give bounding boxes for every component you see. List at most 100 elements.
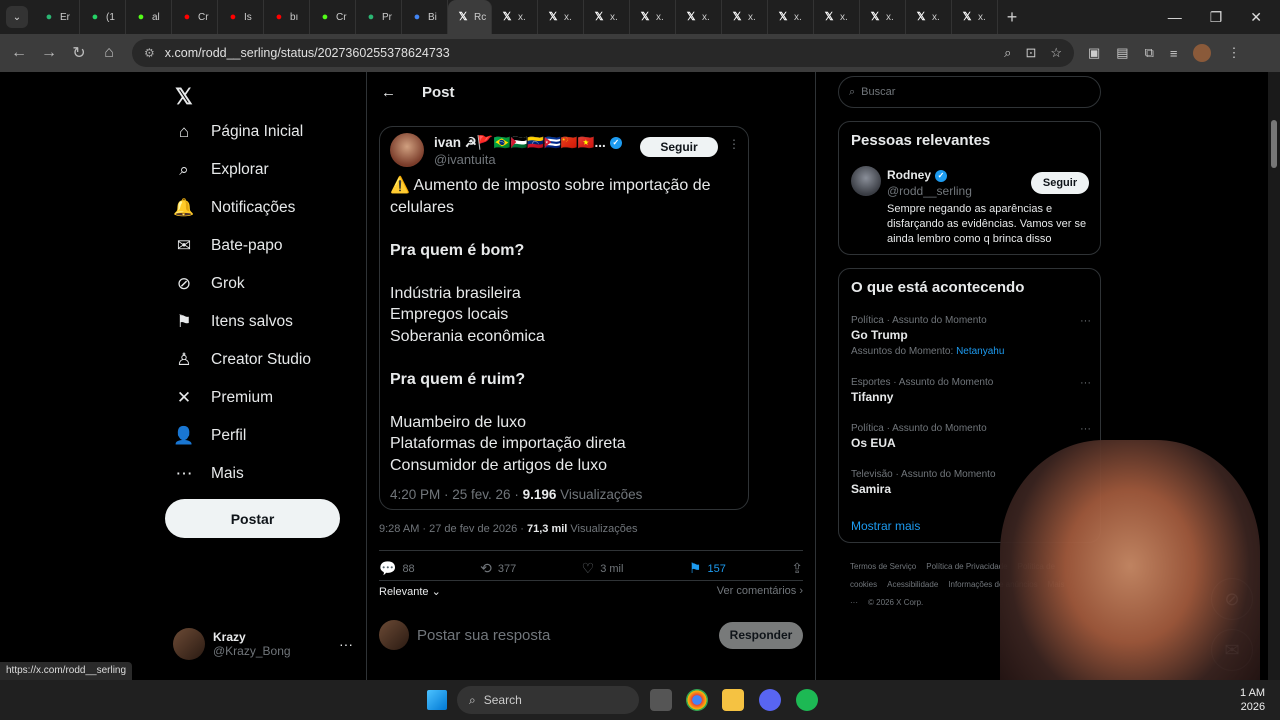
sidebar-item-notifica-es[interactable]: 🔔 Notificações bbox=[173, 198, 295, 218]
sidebar-item-mais[interactable]: ⋯ Mais bbox=[173, 464, 244, 484]
browser-tab[interactable]: 𝕏x. bbox=[768, 0, 814, 34]
trend-item[interactable]: Política · Assunto do Momento Os EUA ··· bbox=[851, 423, 1091, 450]
footer-link[interactable]: Acessibilidade bbox=[887, 580, 938, 589]
close-window-button[interactable]: ✕ bbox=[1250, 9, 1262, 26]
relevant-person-name[interactable]: Rodney ✓ bbox=[887, 168, 948, 182]
browser-tab[interactable]: ● Er bbox=[34, 0, 80, 34]
sort-dropdown[interactable]: Relevante ⌄ bbox=[379, 585, 441, 598]
new-tab-button[interactable]: + bbox=[998, 7, 1026, 28]
repost-action[interactable]: ⟲ 377 bbox=[480, 560, 516, 577]
reply-action[interactable]: 💬 88 bbox=[379, 560, 415, 577]
browser-tab[interactable]: 𝕏Rc✕ bbox=[448, 0, 492, 34]
browser-tab[interactable]: 𝕏x. bbox=[538, 0, 584, 34]
quoted-avatar[interactable] bbox=[390, 133, 424, 167]
sidebar-item-bate-papo[interactable]: ✉ Bate-papo bbox=[173, 236, 283, 256]
browser-tab[interactable]: ● bı bbox=[264, 0, 310, 34]
minimize-button[interactable]: — bbox=[1168, 9, 1182, 26]
taskbar-search[interactable]: ⌕ Search bbox=[457, 686, 639, 714]
avatar[interactable] bbox=[851, 166, 881, 196]
reply-button[interactable]: Responder bbox=[719, 621, 803, 649]
follow-button[interactable]: Seguir bbox=[1031, 172, 1089, 194]
sidebar-item-premium[interactable]: ✕ Premium bbox=[173, 388, 273, 408]
footer-link[interactable]: © 2026 X Corp. bbox=[868, 598, 923, 607]
post-timestamp[interactable]: 9:28 AM · 27 de fev de 2026 · bbox=[379, 523, 527, 535]
footer-link[interactable]: Termos de Serviço bbox=[850, 562, 916, 571]
trend-item[interactable]: Esportes · Assunto do Momento Tifanny ··· bbox=[851, 377, 1091, 404]
footer-link[interactable]: Política de Privacidade bbox=[926, 562, 1007, 571]
x-logo-icon[interactable]: 𝕏 bbox=[175, 84, 193, 110]
restore-button[interactable]: ❐ bbox=[1210, 9, 1223, 26]
more-icon[interactable]: ··· bbox=[1080, 423, 1091, 435]
forward-button[interactable]: → bbox=[34, 44, 64, 62]
share-action[interactable]: ⇪ bbox=[791, 560, 803, 577]
page-scrollbar[interactable] bbox=[1268, 72, 1280, 680]
media-control-icon[interactable]: ≡ bbox=[1170, 46, 1178, 61]
reply-input[interactable]: Postar sua resposta bbox=[417, 627, 550, 644]
quoted-post[interactable]: ivan ☭🚩🇧🇷🇵🇸🇻🇪🇨🇺🇨🇳🇻🇳... ✓ @ivantuita Segui… bbox=[379, 126, 749, 510]
sidebar-item-grok[interactable]: ⊘ Grok bbox=[173, 274, 245, 294]
sidebar-item-itens-salvos[interactable]: ⚑ Itens salvos bbox=[173, 312, 292, 332]
quoted-author-name[interactable]: ivan ☭🚩🇧🇷🇵🇸🇻🇪🇨🇺🇨🇳🇻🇳... ✓ bbox=[434, 135, 622, 151]
account-switcher[interactable]: Krazy @Krazy_Bong ··· bbox=[173, 628, 353, 660]
bookmark-star-icon[interactable]: ☆ bbox=[1050, 45, 1062, 61]
browser-tab[interactable]: ● Cr bbox=[172, 0, 218, 34]
browser-tab[interactable]: ● al bbox=[126, 0, 172, 34]
relevant-person-handle[interactable]: @rodd__serling bbox=[887, 184, 972, 198]
more-icon[interactable]: ··· bbox=[1080, 315, 1091, 327]
install-app-icon[interactable]: ⊡ bbox=[1025, 45, 1036, 61]
tab-search-button[interactable]: ⌄ bbox=[6, 6, 28, 28]
more-icon[interactable]: ··· bbox=[339, 636, 353, 652]
taskbar-clock[interactable]: 1 AM 2026 bbox=[1240, 686, 1265, 714]
sidebar-item-creator-studio[interactable]: ♙ Creator Studio bbox=[173, 350, 311, 370]
address-bar[interactable]: ⚙ x.com/rodd__serling/status/20273602553… bbox=[132, 39, 1074, 67]
site-info-icon[interactable]: ⚙ bbox=[144, 46, 155, 60]
sidebar-item-explorar[interactable]: ⌕ Explorar bbox=[173, 160, 268, 180]
browser-tab[interactable]: 𝕏x. bbox=[722, 0, 768, 34]
back-button[interactable]: ← bbox=[4, 44, 34, 62]
spotify-icon[interactable] bbox=[796, 689, 818, 711]
browser-tab[interactable]: 𝕏x. bbox=[906, 0, 952, 34]
browser-tab[interactable]: ● Bi bbox=[402, 0, 448, 34]
browser-tab[interactable]: ● (1 bbox=[80, 0, 126, 34]
extension-icon[interactable]: ▣ bbox=[1088, 45, 1100, 61]
discord-icon[interactable] bbox=[759, 689, 781, 711]
browser-tab[interactable]: 𝕏x. bbox=[630, 0, 676, 34]
browser-tab[interactable]: 𝕏x. bbox=[860, 0, 906, 34]
browser-tab[interactable]: 𝕏x. bbox=[952, 0, 998, 34]
view-quotes-link[interactable]: Ver comentários › bbox=[717, 585, 803, 598]
zoom-icon[interactable]: ⌕ bbox=[1004, 45, 1011, 61]
task-view-icon[interactable] bbox=[650, 689, 672, 711]
more-options-icon[interactable]: ⋮ bbox=[728, 137, 740, 151]
browser-tab[interactable]: ● Is bbox=[218, 0, 264, 34]
trend-item[interactable]: Política · Assunto do Momento Go Trump Ass… bbox=[851, 315, 1091, 357]
browser-tab[interactable]: 𝕏x. bbox=[492, 0, 538, 34]
browser-tab[interactable]: 𝕏x. bbox=[676, 0, 722, 34]
chrome-icon[interactable] bbox=[686, 689, 708, 711]
scrollbar-thumb[interactable] bbox=[1271, 120, 1277, 168]
browser-tab[interactable]: ● Cr bbox=[310, 0, 356, 34]
file-explorer-icon[interactable] bbox=[722, 689, 744, 711]
more-icon[interactable]: ··· bbox=[1080, 377, 1091, 389]
quoted-author-handle[interactable]: @ivantuita bbox=[434, 152, 496, 167]
show-more-link[interactable]: Mostrar mais bbox=[851, 519, 920, 533]
follow-button[interactable]: Seguir bbox=[640, 137, 718, 157]
home-button[interactable]: ⌂ bbox=[94, 44, 124, 62]
sidebar-item-p-gina-inicial[interactable]: ⌂ Página Inicial bbox=[173, 122, 303, 142]
extension-icon[interactable]: ▤ bbox=[1116, 45, 1128, 61]
sidebar-item-perfil[interactable]: 👤 Perfil bbox=[173, 426, 246, 446]
windows-start-icon[interactable] bbox=[427, 690, 447, 710]
reload-button[interactable]: ↻ bbox=[64, 43, 94, 63]
like-action[interactable]: ♡ 3 mil bbox=[582, 560, 624, 577]
extensions-puzzle-icon[interactable]: ⧉ bbox=[1145, 45, 1154, 61]
browser-tab[interactable]: 𝕏x. bbox=[584, 0, 630, 34]
browser-tab[interactable]: 𝕏x. bbox=[814, 0, 860, 34]
bookmark-action[interactable]: ⚑ 157 bbox=[689, 560, 726, 577]
search-input[interactable]: ⌕ Buscar bbox=[838, 76, 1101, 108]
quoted-timestamp[interactable]: 4:20 PM · 25 fev. 26 · bbox=[390, 487, 523, 502]
trend-related-link[interactable]: Netanyahu bbox=[956, 346, 1004, 357]
back-arrow-icon[interactable]: ← bbox=[381, 84, 396, 101]
browser-menu-icon[interactable]: ⋮ bbox=[1227, 45, 1240, 61]
post-button[interactable]: Postar bbox=[165, 499, 340, 538]
profile-avatar[interactable] bbox=[1193, 44, 1212, 62]
browser-tab[interactable]: ● Pr bbox=[356, 0, 402, 34]
